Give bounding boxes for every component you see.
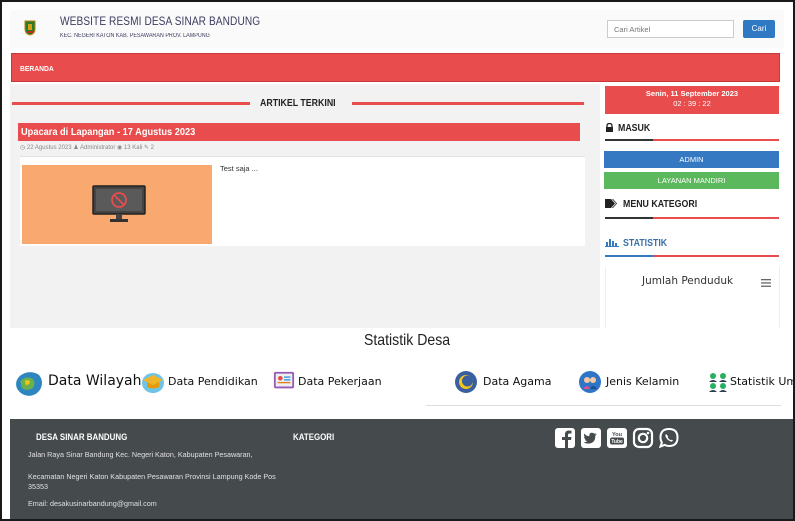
page-frame: WEBSITE RESMI DESA SINAR BANDUNG KEC. NE… xyxy=(0,0,795,521)
article-title-bar[interactable]: Upacara di Lapangan - 17 Agustus 2023 xyxy=(18,123,580,141)
current-time: 02 : 39 : 22 xyxy=(673,99,711,108)
chart-menu-icon[interactable] xyxy=(761,279,771,287)
lock-icon xyxy=(605,122,614,132)
no-image-monitor-icon xyxy=(92,185,146,222)
layanan-mandiri-button[interactable]: LAYANAN MANDIRI xyxy=(604,172,779,189)
section-title: ARTIKEL TERKINI xyxy=(260,98,336,109)
stat-label: Data Wilayah xyxy=(48,373,142,389)
stat-label: Data Pekerjaan xyxy=(298,375,382,388)
article-thumbnail[interactable] xyxy=(22,165,212,244)
masuk-heading: MASUK xyxy=(605,122,779,134)
date-time-widget: Senin, 11 September 2023 02 : 39 : 22 xyxy=(605,86,779,114)
whatsapp-icon[interactable] xyxy=(658,427,680,449)
admin-button[interactable]: ADMIN xyxy=(604,151,779,168)
bar-chart-icon xyxy=(605,238,619,247)
facebook-icon[interactable] xyxy=(554,427,576,449)
statistik-label: STATISTIK xyxy=(623,238,668,249)
graduation-cap-icon xyxy=(142,373,164,393)
site-title[interactable]: WEBSITE RESMI DESA SINAR BANDUNG xyxy=(60,16,260,28)
current-date: Senin, 11 September 2023 xyxy=(645,89,739,98)
occupation-icon xyxy=(273,371,295,389)
youtube-icon[interactable]: You Tube xyxy=(606,427,628,449)
stat-divider xyxy=(426,405,781,406)
site-subtitle: KEC. NEGERI KATON KAB. PESAWARAN PROV. L… xyxy=(60,33,210,39)
village-logo-icon xyxy=(24,20,36,36)
stat-label: Jenis Kelamin xyxy=(606,375,680,388)
section-heading: ARTIKEL TERKINI xyxy=(12,98,584,110)
stat-label: Data Pendidikan xyxy=(168,375,258,388)
svg-text:You: You xyxy=(612,432,622,438)
footer-address-1: Jalan Raya Sinar Bandung Kec. Negeri Kat… xyxy=(28,450,253,459)
main-navbar: BERANDA xyxy=(11,53,780,82)
population-chart-widget: Jumlah Penduduk xyxy=(605,267,780,329)
statistik-desa-title: Statistik Desa xyxy=(364,332,451,349)
kategori-divider xyxy=(605,217,779,219)
nav-item-beranda[interactable]: BERANDA xyxy=(20,64,54,73)
masuk-divider xyxy=(605,139,779,141)
footer-org-title: DESA SINAR BANDUNG xyxy=(36,432,128,442)
religion-icon xyxy=(455,371,477,393)
kategori-label: MENU KATEGORI xyxy=(623,199,698,210)
map-icon xyxy=(16,372,42,396)
people-icon xyxy=(709,373,727,392)
masuk-label: MASUK xyxy=(618,123,651,134)
stat-label: Statistik Um xyxy=(730,375,795,388)
kategori-heading: MENU KATEGORI xyxy=(605,198,779,210)
instagram-icon[interactable] xyxy=(632,427,654,449)
footer-email: Email: desakusinarbandung@gmail.com xyxy=(28,499,157,508)
svg-text:Tube: Tube xyxy=(611,439,623,445)
section-divider-right xyxy=(352,102,584,105)
article-card: Test saja ... xyxy=(20,156,585,246)
footer-address-2: Kecamatan Negeri Katon Kabupaten Pesawar… xyxy=(28,472,276,491)
gender-icon xyxy=(579,371,601,393)
article-meta: ◷ 22 Agustus 2023 ♟ Administrator ◉ 13 K… xyxy=(20,145,154,151)
chart-title: Jumlah Penduduk xyxy=(642,275,734,287)
article-title[interactable]: Upacara di Lapangan - 17 Agustus 2023 xyxy=(21,126,195,138)
section-divider-left xyxy=(12,102,250,105)
tags-icon xyxy=(605,199,619,208)
statistik-heading: STATISTIK xyxy=(605,237,779,249)
footer-kategori-title: KATEGORI xyxy=(293,432,335,442)
search-input[interactable] xyxy=(607,20,734,38)
statistik-divider xyxy=(605,255,779,257)
article-excerpt: Test saja ... xyxy=(220,164,258,173)
search-button[interactable]: Cari xyxy=(743,20,775,38)
stat-label: Data Agama xyxy=(483,375,552,388)
twitter-icon[interactable] xyxy=(580,427,602,449)
